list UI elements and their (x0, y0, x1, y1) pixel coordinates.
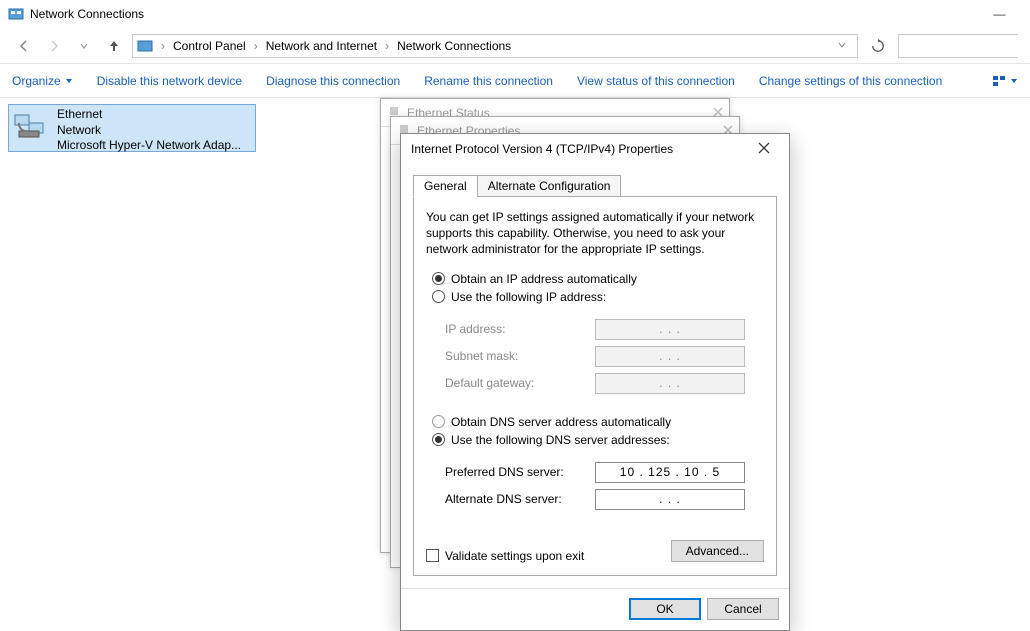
validate-checkbox[interactable] (426, 549, 439, 562)
command-bar: Organize Disable this network device Dia… (0, 64, 1030, 98)
use-dns-radio-row[interactable]: Use the following DNS server addresses: (432, 433, 764, 447)
tab-alternate[interactable]: Alternate Configuration (477, 175, 622, 197)
cancel-button[interactable]: Cancel (707, 598, 779, 620)
radio-label: Obtain DNS server address automatically (451, 415, 671, 429)
view-status-link[interactable]: View status of this connection (577, 74, 735, 88)
ok-button[interactable]: OK (629, 598, 701, 620)
subnet-mask-input: . . . (595, 346, 745, 367)
chevron-right-icon[interactable]: › (383, 39, 391, 53)
checkbox-label: Validate settings upon exit (445, 549, 584, 563)
organize-label: Organize (12, 74, 61, 88)
ipv4-properties-dialog: Internet Protocol Version 4 (TCP/IPv4) P… (400, 133, 790, 631)
use-ip-radio-row[interactable]: Use the following IP address: (432, 290, 764, 304)
breadcrumb-item[interactable]: Network and Internet (262, 39, 381, 53)
search-input[interactable] (898, 34, 1018, 58)
adapter-device: Microsoft Hyper-V Network Adap... (57, 138, 241, 154)
radio-use-dns[interactable] (432, 433, 445, 446)
network-adapter-item[interactable]: Ethernet Network Microsoft Hyper-V Netwo… (8, 104, 256, 152)
radio-obtain-dns[interactable] (432, 415, 445, 428)
radio-label: Use the following DNS server addresses: (451, 433, 670, 447)
breadcrumb-dropdown[interactable] (831, 39, 853, 53)
breadcrumb-icon (137, 38, 153, 54)
dialog-title: Internet Protocol Version 4 (TCP/IPv4) P… (411, 142, 749, 156)
app-icon (8, 6, 24, 22)
subnet-mask-label: Subnet mask: (445, 349, 595, 363)
organize-menu[interactable]: Organize (12, 74, 73, 88)
window-title: Network Connections (30, 7, 977, 21)
recent-dropdown[interactable] (72, 34, 96, 58)
disable-device-link[interactable]: Disable this network device (97, 74, 242, 88)
dialog-titlebar[interactable]: Internet Protocol Version 4 (TCP/IPv4) P… (401, 134, 789, 164)
diagnose-link[interactable]: Diagnose this connection (266, 74, 400, 88)
up-button[interactable] (102, 34, 126, 58)
adapter-icon (11, 107, 51, 147)
ip-address-input: . . . (595, 319, 745, 340)
change-settings-link[interactable]: Change settings of this connection (759, 74, 942, 88)
back-button[interactable] (12, 34, 36, 58)
breadcrumb-item[interactable]: Control Panel (169, 39, 250, 53)
preferred-dns-label: Preferred DNS server: (445, 465, 595, 479)
breadcrumb-item[interactable]: Network Connections (393, 39, 515, 53)
ip-address-label: IP address: (445, 322, 595, 336)
description-text: You can get IP settings assigned automat… (426, 209, 764, 258)
alternate-dns-input[interactable]: . . . (595, 489, 745, 510)
address-bar: › Control Panel › Network and Internet ›… (0, 28, 1030, 64)
radio-label: Obtain an IP address automatically (451, 272, 637, 286)
close-button[interactable] (749, 141, 779, 157)
chevron-right-icon[interactable]: › (252, 39, 260, 53)
default-gateway-label: Default gateway: (445, 376, 595, 390)
advanced-button[interactable]: Advanced... (671, 540, 764, 562)
radio-use-ip[interactable] (432, 290, 445, 303)
radio-label: Use the following IP address: (451, 290, 606, 304)
adapter-status: Network (57, 123, 241, 139)
alternate-dns-label: Alternate DNS server: (445, 492, 595, 506)
forward-button[interactable] (42, 34, 66, 58)
obtain-ip-radio-row[interactable]: Obtain an IP address automatically (432, 272, 764, 286)
adapter-name: Ethernet (57, 107, 241, 123)
minimize-button[interactable]: — (977, 0, 1022, 28)
refresh-button[interactable] (864, 34, 892, 58)
radio-obtain-ip[interactable] (432, 272, 445, 285)
rename-link[interactable]: Rename this connection (424, 74, 553, 88)
preferred-dns-input[interactable]: 10 . 125 . 10 . 5 (595, 462, 745, 483)
window-titlebar: Network Connections — (0, 0, 1030, 28)
obtain-dns-radio-row[interactable]: Obtain DNS server address automatically (432, 415, 764, 429)
default-gateway-input: . . . (595, 373, 745, 394)
chevron-right-icon[interactable]: › (159, 39, 167, 53)
view-options-button[interactable] (992, 75, 1018, 87)
validate-checkbox-row[interactable]: Validate settings upon exit (426, 549, 584, 563)
tab-general[interactable]: General (413, 175, 478, 197)
breadcrumb[interactable]: › Control Panel › Network and Internet ›… (132, 34, 858, 58)
